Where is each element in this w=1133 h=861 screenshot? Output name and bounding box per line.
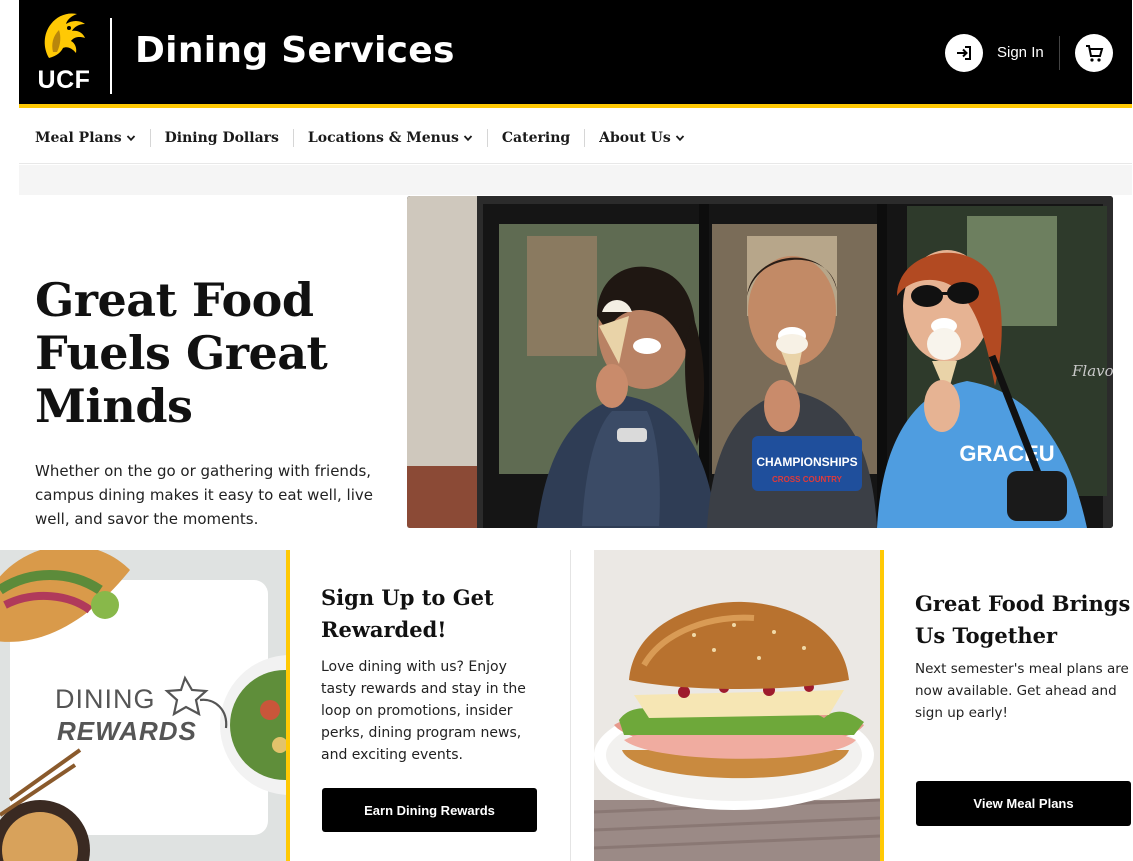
meal-plans-promo: Great Food Brings Us Together Next semes… xyxy=(915,588,1133,724)
chevron-down-icon xyxy=(675,134,684,141)
rewards-promo-description: Love dining with us? Enjoy tasty rewards… xyxy=(321,659,526,763)
sandwich-image xyxy=(594,550,884,861)
meal-plans-promo-title: Great Food Brings Us Together xyxy=(915,591,1131,648)
view-meal-plans-button[interactable]: View Meal Plans xyxy=(916,781,1131,826)
header-divider xyxy=(1059,36,1060,70)
rewards-promo-title: Sign Up to Get Rewarded! xyxy=(321,585,494,642)
hero-text: Great Food Fuels Great Minds Whether on … xyxy=(35,274,385,531)
chevron-down-icon xyxy=(463,134,473,141)
logo-text: UCF xyxy=(37,66,91,94)
rewards-badge-text: REWARDS xyxy=(57,716,197,746)
nav-item-catering[interactable]: Catering xyxy=(488,128,586,147)
nav-item-label: About Us xyxy=(599,129,671,146)
nav-item-about-us[interactable]: About Us xyxy=(585,129,699,147)
promo-divider xyxy=(570,550,571,861)
pegasus-logo-icon xyxy=(44,13,85,58)
site-header: UCF Dining Services Sign In xyxy=(19,0,1132,108)
shirt-championships-text: CHAMPIONSHIPS xyxy=(756,455,857,469)
dining-badge-text: DINING xyxy=(55,684,156,714)
window-flavor-text: Flavor xyxy=(1071,362,1113,380)
shirt-cross-country-text: CROSS COUNTRY xyxy=(772,475,843,484)
nav-item-locations-menus[interactable]: Locations & Menus xyxy=(294,128,488,147)
shirt-graceu-text: GRACEU xyxy=(959,441,1054,466)
sign-in-arrow-icon[interactable] xyxy=(945,34,983,72)
nav-item-label: Meal Plans xyxy=(35,129,122,146)
earn-dining-rewards-button[interactable]: Earn Dining Rewards xyxy=(322,788,537,832)
hero-title-line: Fuels Great xyxy=(35,326,328,380)
site-title[interactable]: Dining Services xyxy=(135,30,455,71)
nav-item-dining-dollars[interactable]: Dining Dollars xyxy=(151,128,294,147)
hero-title-line: Great Food xyxy=(35,273,314,327)
main-nav: Meal Plans Dining Dollars Locations & Me… xyxy=(19,112,1132,164)
nav-item-label: Catering xyxy=(501,129,571,146)
hero-band xyxy=(19,165,1132,195)
hero-title-line: Minds xyxy=(35,379,193,433)
logo-divider xyxy=(110,18,112,94)
nav-item-label: Locations & Menus xyxy=(307,129,459,146)
chevron-down-icon xyxy=(126,134,135,141)
shopping-cart-icon[interactable] xyxy=(1075,34,1113,72)
hero-photo: Flavor CHAMPIONSHIPS CROSS COUNTRY xyxy=(407,196,1113,528)
dining-rewards-image: DINING REWARDS xyxy=(0,550,290,861)
rewards-promo: Sign Up to Get Rewarded! Love dining wit… xyxy=(321,582,546,766)
meal-plans-promo-description: Next semester's meal plans are now avail… xyxy=(915,661,1129,721)
hero-subtitle: Whether on the go or gathering with frie… xyxy=(35,462,373,528)
sign-in-link[interactable]: Sign In xyxy=(997,44,1044,61)
hero-title: Great Food Fuels Great Minds xyxy=(35,274,385,433)
ucf-logo[interactable]: UCF xyxy=(33,8,95,96)
nav-item-label: Dining Dollars xyxy=(164,129,279,146)
nav-item-meal-plans[interactable]: Meal Plans xyxy=(35,128,151,147)
